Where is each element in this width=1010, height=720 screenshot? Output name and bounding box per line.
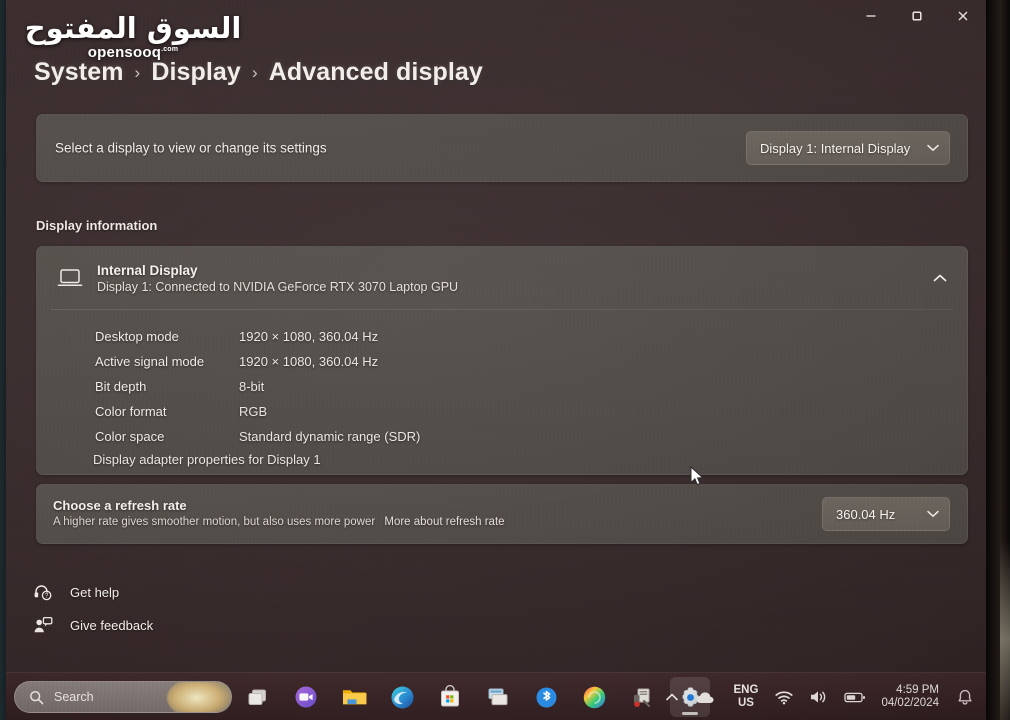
language-line-1: ENG	[733, 684, 759, 697]
language-indicator[interactable]: ENG US	[726, 684, 767, 710]
display-info-header[interactable]: Internal Display Display 1: Connected to…	[37, 247, 967, 309]
chevron-down-icon	[927, 144, 939, 152]
display-info-value: RGB	[239, 404, 268, 419]
language-line-2: US	[737, 697, 754, 709]
help-headset-icon: ?	[32, 581, 54, 603]
breadcrumb-item-display[interactable]: Display	[151, 58, 241, 87]
display-adapter-properties-link[interactable]: Display adapter properties for Display 1	[93, 452, 967, 467]
give-feedback-link[interactable]: Give feedback	[32, 614, 153, 636]
laptop-monitor-icon	[53, 263, 87, 293]
taskbar-item-bluetooth[interactable]	[526, 677, 566, 717]
wifi-icon[interactable]	[768, 677, 800, 717]
clock-time: 4:59 PM	[896, 683, 939, 696]
display-info-row: Active signal mode 1920 × 1080, 360.04 H…	[95, 349, 967, 374]
display-info-value: Standard dynamic range (SDR)	[239, 429, 421, 444]
chevron-up-icon[interactable]	[933, 274, 947, 283]
display-device-subtitle: Display 1: Connected to NVIDIA GeForce R…	[97, 279, 459, 294]
select-display-card: Select a display to view or change its s…	[36, 114, 968, 182]
taskbar-item-file-explorer[interactable]	[334, 677, 374, 717]
clock[interactable]: 4:59 PM 04/02/2024	[875, 684, 948, 710]
display-info-row: Desktop mode 1920 × 1080, 360.04 Hz	[95, 324, 967, 349]
display-info-value: 8-bit	[239, 379, 265, 394]
display-select-dropdown[interactable]: Display 1: Internal Display	[746, 131, 950, 165]
minimize-button[interactable]	[848, 0, 894, 32]
clock-date: 04/02/2024	[881, 697, 939, 709]
photo-background: System › Display › Advanced display Sele…	[0, 0, 1010, 720]
breadcrumb-item-system[interactable]: System	[34, 58, 124, 87]
display-info-row: Bit depth 8-bit	[95, 374, 967, 399]
refresh-rate-description: A higher rate gives smoother motion, but…	[53, 516, 376, 528]
display-info-row: Color space Standard dynamic range (SDR)	[95, 424, 967, 449]
search-icon	[29, 690, 44, 705]
laptop-screen: System › Display › Advanced display Sele…	[6, 0, 986, 720]
cloud-onedrive-icon[interactable]	[688, 677, 724, 717]
taskbar-item-microsoft-store[interactable]	[430, 677, 470, 717]
close-button[interactable]	[940, 0, 986, 32]
search-placeholder: Search	[54, 690, 94, 704]
notifications-bell-icon[interactable]	[950, 677, 980, 717]
display-info-details: Desktop mode 1920 × 1080, 360.04 Hz Acti…	[37, 310, 967, 474]
refresh-rate-description-row: A higher rate gives smoother motion, but…	[53, 516, 505, 528]
battery-icon[interactable]	[837, 677, 873, 717]
give-feedback-label: Give feedback	[70, 617, 154, 633]
taskbar-item-chat[interactable]	[286, 677, 326, 717]
taskbar-item-tools-app[interactable]	[622, 677, 662, 717]
laptop-bezel-right	[986, 0, 1010, 720]
feedback-person-icon	[32, 614, 54, 636]
breadcrumb-item-advanced-display: Advanced display	[268, 58, 483, 86]
breadcrumb-separator-icon: ›	[134, 62, 141, 82]
taskbar-item-edge[interactable]	[382, 677, 422, 717]
display-info-key: Active signal mode	[95, 354, 205, 369]
refresh-rate-title: Choose a refresh rate	[53, 498, 187, 513]
display-information-card: Internal Display Display 1: Connected to…	[36, 246, 968, 475]
screen-glare	[167, 682, 231, 712]
display-select-value: Display 1: Internal Display	[760, 140, 911, 156]
display-info-key: Bit depth	[95, 379, 147, 394]
breadcrumb-separator-icon: ›	[251, 62, 258, 82]
bezel-glint	[1000, 540, 1010, 720]
taskbar-item-task-view[interactable]	[238, 677, 278, 717]
more-about-refresh-rate-link[interactable]: More about refresh rate	[384, 516, 504, 528]
system-tray: ENG US 4:59 PM 04/02/2024	[658, 673, 980, 720]
tray-overflow-chevron-icon[interactable]	[658, 677, 686, 717]
settings-window: System › Display › Advanced display Sele…	[6, 0, 986, 672]
chevron-down-icon	[927, 510, 939, 518]
display-info-key: Color space	[95, 429, 165, 444]
taskbar-app-icons	[238, 673, 710, 720]
get-help-link[interactable]: ? Get help	[32, 581, 119, 603]
breadcrumb: System › Display › Advanced display	[34, 58, 483, 87]
display-info-value: 1920 × 1080, 360.04 Hz	[239, 329, 379, 344]
taskbar-item-app-window[interactable]	[478, 677, 518, 717]
window-title-bar	[6, 0, 986, 42]
volume-icon[interactable]	[802, 677, 835, 717]
refresh-rate-value: 360.04 Hz	[836, 506, 896, 522]
search-input[interactable]: Search	[14, 681, 232, 713]
display-info-value: 1920 × 1080, 360.04 Hz	[239, 354, 379, 369]
get-help-label: Get help	[70, 584, 120, 600]
display-device-title: Internal Display	[97, 262, 198, 278]
display-info-key: Color format	[95, 404, 167, 419]
refresh-rate-dropdown[interactable]: 360.04 Hz	[822, 497, 950, 531]
taskbar: Search ENG US 4:59 PM 04/02/2024	[6, 672, 986, 720]
display-info-row: Color format RGB	[95, 399, 967, 424]
display-info-key: Desktop mode	[95, 329, 179, 344]
taskbar-item-paint-swirl-app[interactable]	[574, 677, 614, 717]
display-information-heading: Display information	[36, 218, 158, 233]
select-display-label: Select a display to view or change its s…	[55, 140, 327, 156]
maximize-button[interactable]	[894, 0, 940, 32]
refresh-rate-card: Choose a refresh rate A higher rate give…	[36, 484, 968, 544]
